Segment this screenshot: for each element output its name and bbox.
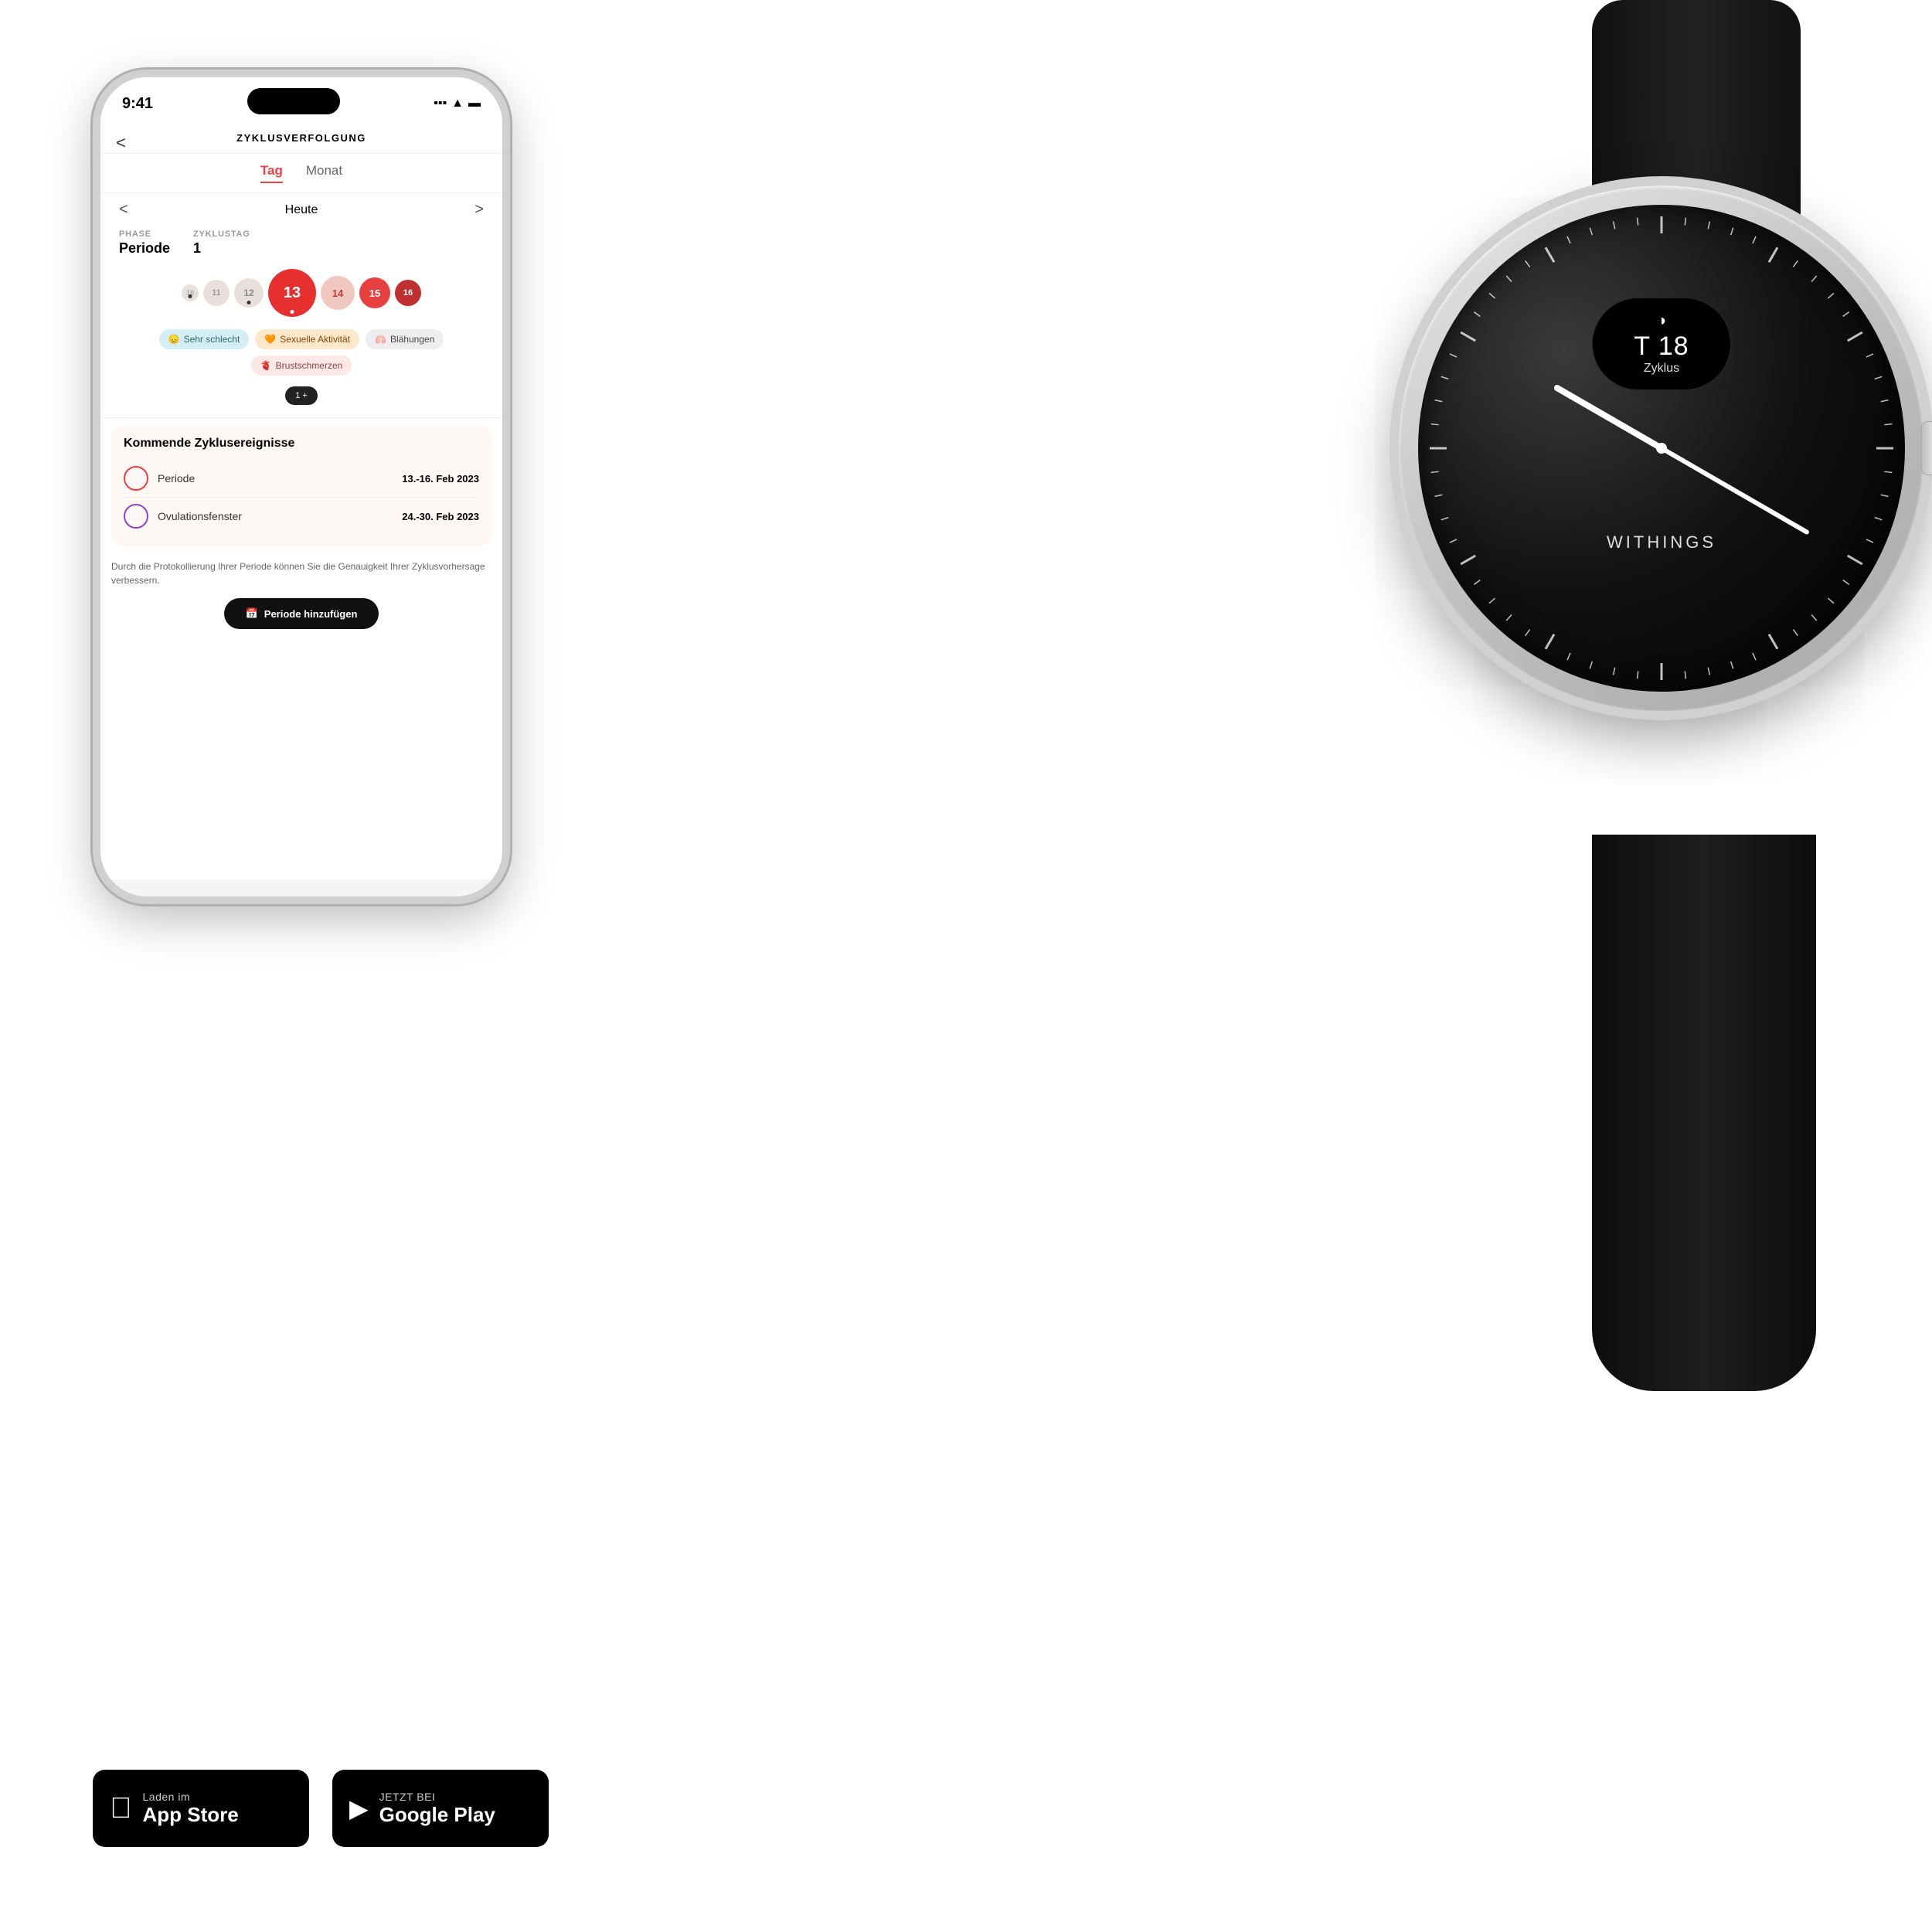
watch-brand: WITHINGS (1418, 532, 1905, 553)
watch-case: ◑ T 18 Zyklus WITHINGS (1399, 185, 1924, 711)
watch-display: ◑ T 18 Zyklus (1592, 298, 1731, 390)
phase-col: PHASE Periode (119, 230, 170, 257)
phase-label: PHASE (119, 230, 170, 239)
add-periode-label: Periode hinzufügen (264, 608, 358, 620)
phone-mockup: 9:41 ▪▪▪ ▲ ▬ < ZYKLUSVERFOLGUNG Tag Mona… (93, 70, 510, 904)
watch-label: Zyklus (1644, 362, 1679, 376)
back-button[interactable]: < (116, 133, 126, 153)
symptom-tags: 😞 Sehr schlecht 🧡 Sexuelle Aktivität 🫁 B… (100, 325, 502, 380)
signal-icon: ▪▪▪ (434, 97, 447, 111)
watch-strap-bottom (1592, 835, 1816, 1391)
cycle-dot-16[interactable]: 16 (395, 280, 421, 306)
zyklustag-col: ZYKLUSTAG 1 (193, 230, 250, 257)
ovulation-icon (124, 504, 148, 529)
phone-body: 9:41 ▪▪▪ ▲ ▬ < ZYKLUSVERFOLGUNG Tag Mona… (93, 70, 510, 904)
phase-value: Periode (119, 240, 170, 256)
cycle-dot-15[interactable]: 15 (359, 277, 390, 308)
symptom-blaehungen[interactable]: 🫁 Blähungen (366, 329, 444, 349)
add-periode-button[interactable]: 📅 Periode hinzufügen (224, 598, 379, 629)
nav-row: < Heute > (100, 193, 502, 226)
status-icons: ▪▪▪ ▲ ▬ (434, 97, 481, 111)
watch-crown (1921, 421, 1932, 475)
status-time: 9:41 (122, 95, 153, 113)
breast-icon: 🫀 (260, 360, 272, 371)
battery-icon: ▬ (468, 97, 481, 111)
event-name-1: Periode (158, 472, 393, 485)
phase-row: PHASE Periode ZYKLUSTAG 1 (100, 226, 502, 263)
tab-row: Tag Monat (100, 154, 502, 193)
google-badge-main: Google Play (379, 1803, 495, 1827)
heart-icon: 🧡 (264, 334, 276, 345)
mood-icon: 😞 (168, 334, 180, 345)
moon-icon: ◑ (1657, 312, 1666, 330)
cycle-dot-10[interactable]: 10 (182, 284, 199, 301)
add-row: 1 + (100, 380, 502, 411)
google-badge-text: JETZT BEI Google Play (379, 1791, 495, 1827)
watch-temp: T 18 (1634, 332, 1689, 362)
plus-icon: + (302, 391, 307, 400)
apple-badge-text: Laden im App Store (143, 1791, 239, 1827)
dynamic-island (247, 88, 340, 114)
symptom-label-2: Sexuelle Aktivität (280, 334, 350, 345)
cycle-track: 10 11 12 13 14 15 16 (100, 263, 502, 325)
symptom-label-3: Blähungen (390, 334, 434, 345)
periode-icon (124, 466, 148, 491)
watch-face: ◑ T 18 Zyklus WITHINGS (1418, 205, 1905, 692)
cycle-dot-13[interactable]: 13 (268, 269, 316, 317)
apple-badge-main: App Store (143, 1803, 239, 1827)
number-badge: 1 (295, 391, 300, 400)
event-date-1: 13.-16. Feb 2023 (402, 473, 479, 485)
zyklustag-label: ZYKLUSTAG (193, 230, 250, 239)
cycle-dot-14[interactable]: 14 (321, 276, 355, 310)
app-screen: < ZYKLUSVERFOLGUNG Tag Monat < Heute > P… (100, 122, 502, 879)
app-title: ZYKLUSVERFOLGUNG (236, 132, 366, 144)
symptom-brustschmerzen[interactable]: 🫀 Brustschmerzen (251, 355, 352, 376)
cycle-dot-11[interactable]: 11 (203, 280, 230, 306)
tab-monat[interactable]: Monat (306, 163, 342, 183)
wifi-icon: ▲ (451, 97, 464, 111)
add-symptom-button[interactable]: 1 + (285, 386, 318, 405)
status-bar: 9:41 ▪▪▪ ▲ ▬ (100, 77, 502, 122)
apple-badge-sub: Laden im (143, 1791, 239, 1803)
calendar-icon: 📅 (246, 607, 258, 620)
info-text: Durch die Protokollierung Ihrer Periode … (100, 553, 502, 595)
event-name-2: Ovulationsfenster (158, 510, 393, 522)
symptom-label-4: Brustschmerzen (276, 360, 343, 371)
bloating-icon: 🫁 (375, 334, 386, 345)
bottom-btn-wrap: 📅 Periode hinzufügen (100, 595, 502, 629)
symptom-sehr-schlecht[interactable]: 😞 Sehr schlecht (159, 329, 250, 349)
cycle-dot-12[interactable]: 12 (234, 278, 264, 308)
nav-prev[interactable]: < (119, 201, 128, 219)
event-date-2: 24.-30. Feb 2023 (402, 511, 479, 522)
google-badge-sub: JETZT BEI (379, 1791, 495, 1803)
nav-next[interactable]: > (474, 201, 484, 219)
divider (100, 417, 502, 418)
apple-icon:  (110, 1792, 132, 1825)
event-periode: Periode 13.-16. Feb 2023 (124, 460, 479, 498)
google-play-icon: ▶ (349, 1794, 369, 1823)
symptom-label-1: Sehr schlecht (184, 334, 240, 345)
event-ovulation: Ovulationsfenster 24.-30. Feb 2023 (124, 498, 479, 535)
upcoming-section: Kommende Zyklusereignisse Periode 13.-16… (111, 426, 492, 546)
zyklustag-value: 1 (193, 240, 201, 256)
hand-center (1656, 443, 1667, 454)
tab-tag[interactable]: Tag (260, 163, 283, 183)
watch-mockup: ◑ T 18 Zyklus WITHINGS (935, 0, 1932, 1391)
badges-row:  Laden im App Store ▶ JETZT BEI Google … (93, 1770, 549, 1847)
app-header: < ZYKLUSVERFOLGUNG (100, 122, 502, 154)
symptom-sexuelle[interactable]: 🧡 Sexuelle Aktivität (255, 329, 359, 349)
upcoming-title: Kommende Zyklusereignisse (124, 437, 479, 451)
google-badge[interactable]: ▶ JETZT BEI Google Play (332, 1770, 549, 1847)
apple-badge[interactable]:  Laden im App Store (93, 1770, 309, 1847)
nav-today: Heute (285, 203, 318, 217)
